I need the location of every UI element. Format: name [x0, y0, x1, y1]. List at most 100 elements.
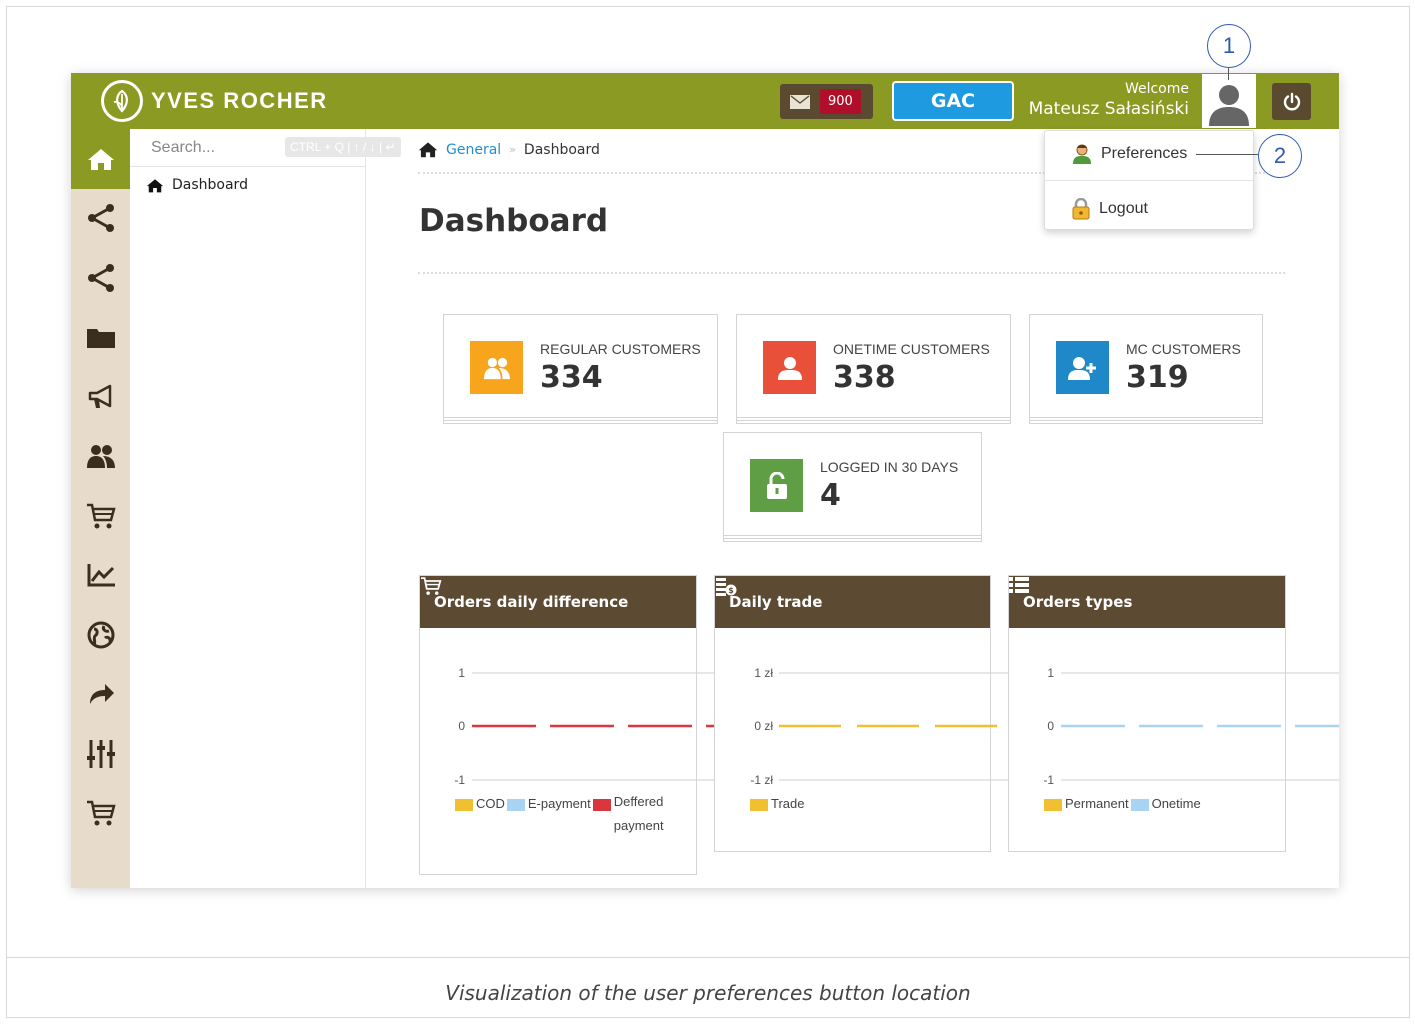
- list-icon: [1009, 577, 1029, 593]
- y-tick-label: 0: [1047, 719, 1054, 733]
- sidebar-customers[interactable]: [71, 427, 130, 487]
- legend-item: Deffered payment: [592, 794, 672, 838]
- y-tick-label: 1 zł: [754, 666, 773, 680]
- legend-swatch: [506, 799, 525, 811]
- search-input[interactable]: [130, 129, 280, 166]
- logout-label: Logout: [1099, 200, 1148, 217]
- user-icon: [763, 341, 816, 394]
- sidebar-statistics[interactable]: [71, 546, 130, 606]
- chart-plot: 1 0 -1: [1043, 666, 1339, 787]
- legend-label: COD: [476, 796, 505, 811]
- users-icon: [86, 445, 115, 469]
- y-tick-label: -1: [454, 773, 465, 787]
- stat-card-regular-customers[interactable]: REGULAR CUSTOMERS 334: [443, 314, 718, 418]
- home-icon[interactable]: [418, 141, 438, 158]
- user-silhouette-icon: [1209, 85, 1249, 126]
- page-title: Dashboard: [419, 203, 609, 239]
- search-shortcut-hint: CTRL + Q | ↑ / ↓ | ↵: [285, 137, 401, 157]
- legend-item: Onetime: [1130, 796, 1201, 811]
- logout-menu-item[interactable]: Logout: [1071, 198, 1148, 220]
- breadcrumb: General » Dashboard: [418, 141, 600, 158]
- lock-icon: [1072, 198, 1090, 220]
- menu-panel: Dashboard: [130, 167, 366, 888]
- stat-value: 338: [833, 360, 896, 395]
- stat-card-mc-customers[interactable]: MC CUSTOMERS 319: [1029, 314, 1263, 418]
- messages-button[interactable]: 900: [780, 84, 873, 119]
- sidebar-forward[interactable]: [71, 665, 130, 725]
- breadcrumb-general-link[interactable]: General: [446, 142, 501, 158]
- chart-orders-types: Orders types 1 0 -1 Permanent Onetime: [1008, 575, 1339, 852]
- stat-label: MC CUSTOMERS: [1126, 341, 1241, 357]
- legend-swatch: [1130, 799, 1149, 811]
- forward-icon: [89, 684, 114, 705]
- menu-divider: [1045, 180, 1253, 181]
- stat-value: 4: [820, 478, 841, 513]
- legend-label: Trade: [771, 796, 805, 811]
- folder-icon: [86, 329, 115, 349]
- chart-plot: 1 zł 0 zł -1 zł: [750, 666, 1010, 787]
- preferences-callout-line: [1196, 154, 1258, 155]
- y-tick-label: 0 zł: [754, 719, 773, 733]
- title-divider: [418, 272, 1285, 274]
- chart-daily-trade: $ Daily trade 1 zł 0 zł -1 zł Trade: [714, 575, 1010, 852]
- y-tick-label: 1: [458, 666, 465, 680]
- caption-divider: [7, 957, 1409, 958]
- search-box: CTRL + Q | ↑ / ↓ | ↵: [130, 129, 401, 167]
- chart-legend: Trade: [750, 796, 806, 811]
- sidebar-folder[interactable]: [71, 308, 130, 368]
- sidebar-orders[interactable]: [71, 486, 130, 546]
- chart-title: Orders types: [1023, 593, 1133, 611]
- chart-legend: COD E-payment Deffered payment: [455, 794, 674, 838]
- sidebar-share-2[interactable]: [71, 248, 130, 308]
- stat-card-onetime-customers[interactable]: ONETIME CUSTOMERS 338: [736, 314, 1011, 418]
- brand-name: YVES ROCHER: [151, 88, 328, 113]
- stat-value: 319: [1126, 360, 1189, 395]
- chart-plot: 1 0 -1: [454, 666, 715, 787]
- menu-item-dashboard[interactable]: Dashboard: [146, 177, 248, 193]
- breadcrumb-separator: »: [509, 143, 516, 156]
- power-button[interactable]: [1272, 83, 1311, 120]
- user-name: Mateusz Sałasiński: [1028, 99, 1189, 119]
- coins-icon: $: [716, 578, 737, 596]
- sliders-icon: [86, 739, 115, 768]
- share-icon: [87, 204, 114, 233]
- chart-header: Orders types: [1009, 576, 1285, 628]
- y-tick-label: 1: [1047, 666, 1054, 680]
- legend-label: Permanent: [1065, 796, 1129, 811]
- gac-button[interactable]: GAC: [892, 81, 1014, 121]
- chart-header: Orders daily difference: [420, 576, 696, 628]
- legend-swatch: [1044, 799, 1062, 811]
- chart-title: Daily trade: [729, 593, 823, 611]
- user-avatar-button[interactable]: [1202, 74, 1256, 128]
- legend-swatch: [592, 799, 611, 811]
- legend-label: Onetime: [1151, 796, 1201, 811]
- megaphone-icon: [88, 384, 111, 408]
- globe-icon: [87, 621, 114, 649]
- app-window: YVES ROCHER 900 GAC Welcome Mateusz Sała…: [71, 73, 1339, 888]
- sidebar-settings[interactable]: [71, 724, 130, 784]
- chart-header: $ Daily trade: [715, 576, 990, 628]
- sidebar-home[interactable]: [71, 129, 130, 189]
- share-icon: [87, 263, 114, 292]
- sidebar-campaigns[interactable]: [71, 367, 130, 427]
- sidebar-share-1[interactable]: [71, 189, 130, 249]
- home-icon: [87, 148, 114, 170]
- welcome-block: Welcome Mateusz Sałasiński: [1029, 81, 1189, 119]
- legend-item: Trade: [750, 796, 804, 811]
- brand-logo[interactable]: YVES ROCHER: [101, 80, 328, 122]
- leaf-logo-icon: [101, 80, 143, 122]
- cart-icon: [421, 577, 442, 595]
- figure-caption: Visualization of the user preferences bu…: [445, 981, 971, 1005]
- preferences-callout-marker: 2: [1258, 134, 1302, 178]
- power-icon: [1283, 92, 1300, 110]
- message-count-badge: 900: [820, 89, 861, 114]
- sidebar-global[interactable]: [71, 605, 130, 665]
- svg-text:$: $: [728, 586, 734, 595]
- sidebar-shop[interactable]: [71, 784, 130, 844]
- y-tick-label: -1: [1043, 773, 1054, 787]
- stat-label: REGULAR CUSTOMERS: [540, 341, 701, 357]
- envelope-icon: [790, 94, 810, 109]
- avatar-callout-marker: 1: [1207, 24, 1251, 68]
- preferences-menu-item[interactable]: Preferences: [1071, 143, 1187, 165]
- stat-card-logged-in[interactable]: LOGGED IN 30 DAYS 4: [723, 432, 982, 536]
